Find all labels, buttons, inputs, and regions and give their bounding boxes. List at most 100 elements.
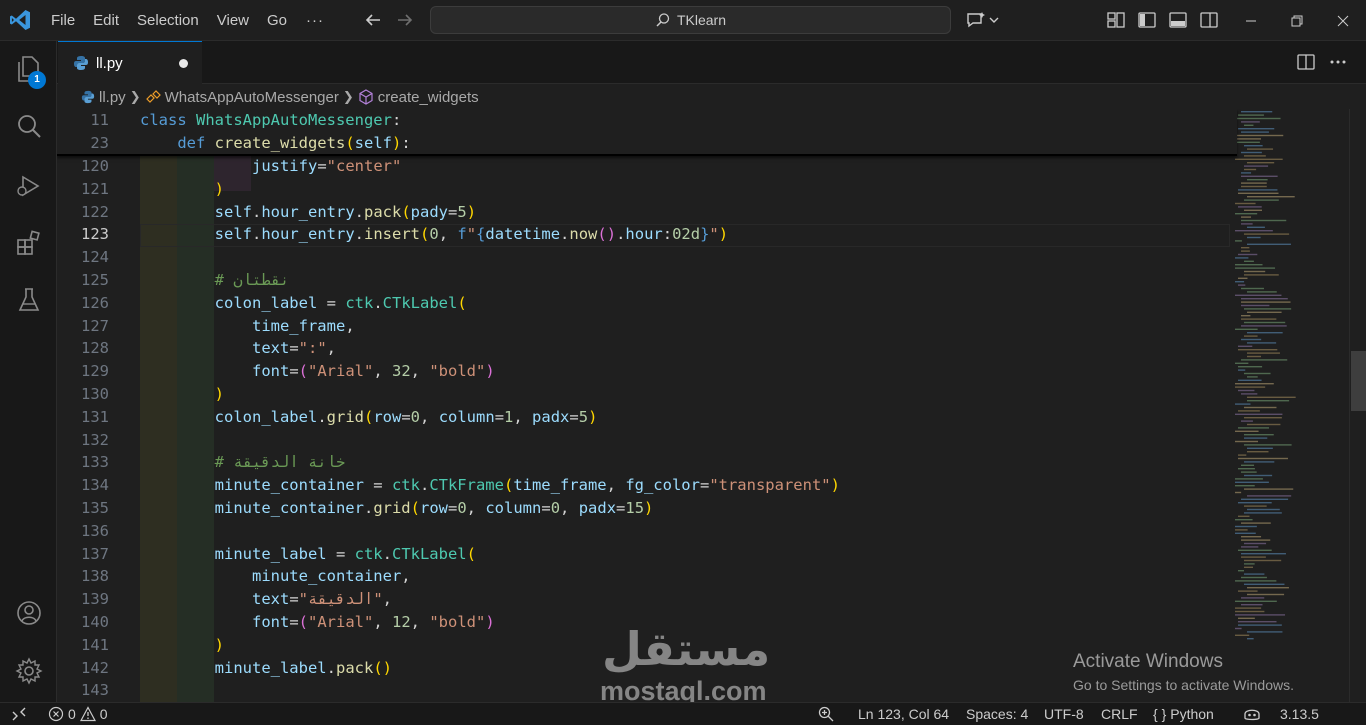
minimap-line [1238,349,1278,351]
extensions-icon[interactable] [14,228,44,258]
code-token: hour [625,225,663,244]
code-line[interactable]: 128 text=":", [57,337,1237,360]
menu-selection[interactable]: Selection [128,0,208,41]
minimap-line [1235,257,1249,259]
code-line[interactable]: 120 justify="center" [57,155,1237,178]
minimap-line [1244,233,1290,235]
error-count: 0 [68,706,76,722]
command-center-label: TKlearn [676,12,727,28]
code-token: () [597,225,617,244]
code-line[interactable]: 131 colon_label.grid(row=0, column=1, pa… [57,406,1237,429]
code-line[interactable]: 123 self.hour_entry.insert(0, f"{datetim… [57,223,1237,246]
minimap-line [1244,155,1266,157]
minimap-line [1244,406,1277,409]
breadcrumb-class[interactable]: WhatsAppAutoMessenger [145,89,339,106]
line-number: 139 [81,590,109,609]
scrollbar-thumb[interactable] [1351,351,1366,411]
code-line[interactable]: 135 minute_container.grid(row=0, column=… [57,497,1237,520]
minimap-line [1238,345,1253,347]
code-token: 32 [392,362,411,381]
copilot-chat-icon[interactable] [965,9,1001,31]
menu-edit[interactable]: Edit [84,0,128,41]
toggle-secondary-sidebar-icon[interactable] [1198,9,1220,31]
code-line[interactable]: 127 time_frame, [57,315,1237,338]
code-line[interactable]: 129 font=("Arial", 32, "bold") [57,360,1237,383]
line-number: 23 [90,134,109,152]
toggle-primary-sidebar-icon[interactable] [1136,9,1158,31]
tab-ll-py[interactable]: ll.py [58,41,202,84]
settings-gear-icon[interactable] [14,656,44,686]
code-line[interactable]: 134 minute_container = ctk.CTkFrame(time… [57,474,1237,497]
command-center-search[interactable]: TKlearn [430,6,951,34]
code-line[interactable]: 130 ) [57,383,1237,406]
breadcrumb-file[interactable]: ll.py [81,89,126,106]
problems-indicator[interactable]: 0 0 [48,703,108,725]
more-actions-icon[interactable] [1327,51,1349,73]
minimap[interactable] [1233,109,1347,702]
code-line[interactable]: 122 self.hour_entry.pack(pady=5) [57,201,1237,224]
menu-more-button[interactable]: ··· [296,12,334,29]
code-line[interactable]: 138 minute_container, [57,565,1237,588]
code-line[interactable]: 125 # نقطتان [57,269,1237,292]
code-token: datetime [485,225,561,244]
eol-setting[interactable]: CRLF [1101,703,1138,725]
code-line[interactable]: 126 colon_label = ctk.CTkLabel( [57,292,1237,315]
python-version[interactable]: 3.13.5 [1280,703,1319,725]
code-line[interactable]: 23 def create_widgets(self): [57,132,1237,155]
code-token: , [410,362,430,381]
code-token: pady [410,202,448,221]
encoding-setting[interactable]: UTF-8 [1044,703,1084,725]
close-button[interactable] [1320,0,1366,41]
code-token: . [354,202,364,221]
zoom-indicator[interactable] [817,703,835,725]
code-token: ( [503,476,514,495]
forward-arrow-icon[interactable] [394,9,416,31]
accounts-icon[interactable] [14,598,44,628]
minimap-line [1238,192,1279,194]
sticky-scroll-header[interactable]: 11 class WhatsAppAutoMessenger: 23 def cre… [57,109,1237,156]
split-editor-icon[interactable] [1295,51,1317,73]
minimap-line [1241,175,1278,177]
code-token: ) [588,407,598,426]
minimap-line [1241,325,1287,327]
minimap-line [1235,240,1242,242]
minimap-line [1241,151,1262,154]
code-line[interactable]: 133 # خانة الدقيقة [57,451,1237,474]
code-line[interactable]: 139 text="الدقيقة", [57,588,1237,611]
toggle-panel-icon[interactable] [1167,9,1189,31]
code-line[interactable]: 137 minute_label = ctk.CTkLabel( [57,543,1237,566]
code-editor[interactable]: 11 class WhatsAppAutoMessenger: 23 def cre… [57,109,1347,702]
vertical-scrollbar[interactable] [1349,109,1366,702]
language-mode[interactable]: { } Python [1153,703,1214,725]
code-token: . [382,544,392,563]
restore-button[interactable] [1274,0,1320,41]
menu-file[interactable]: File [42,0,84,41]
remote-indicator[interactable] [0,703,38,725]
cursor-position[interactable]: Ln 123, Col 64 [858,703,949,725]
code-token: justify [251,157,318,175]
minimap-line [1247,179,1268,181]
minimize-button[interactable] [1228,0,1274,41]
breadcrumb-method[interactable]: create_widgets [358,89,479,106]
code-line[interactable]: 121 ) [57,178,1237,201]
minimap-line [1238,128,1275,130]
code-line[interactable]: 136 [57,520,1237,543]
back-arrow-icon[interactable] [362,9,384,31]
code-token: def [177,134,215,152]
code-token: ( [298,613,308,631]
unsaved-dot-icon[interactable] [179,59,188,68]
code-line[interactable]: 132 [57,429,1237,452]
testing-flask-icon[interactable] [14,285,44,315]
run-debug-icon[interactable] [14,171,44,201]
menu-view[interactable]: View [208,0,258,41]
code-token: , [513,407,533,426]
search-icon[interactable] [14,112,44,142]
code-token: colon_label [214,407,318,426]
code-token: colon_label [214,293,318,312]
menu-go[interactable]: Go [258,0,296,41]
customize-layout-icon[interactable] [1105,9,1127,31]
code-line[interactable]: 124 [57,246,1237,269]
copilot-status[interactable] [1242,703,1262,725]
code-line[interactable]: 11 class WhatsAppAutoMessenger: [57,109,1237,132]
indentation-setting[interactable]: Spaces: 4 [966,703,1028,725]
